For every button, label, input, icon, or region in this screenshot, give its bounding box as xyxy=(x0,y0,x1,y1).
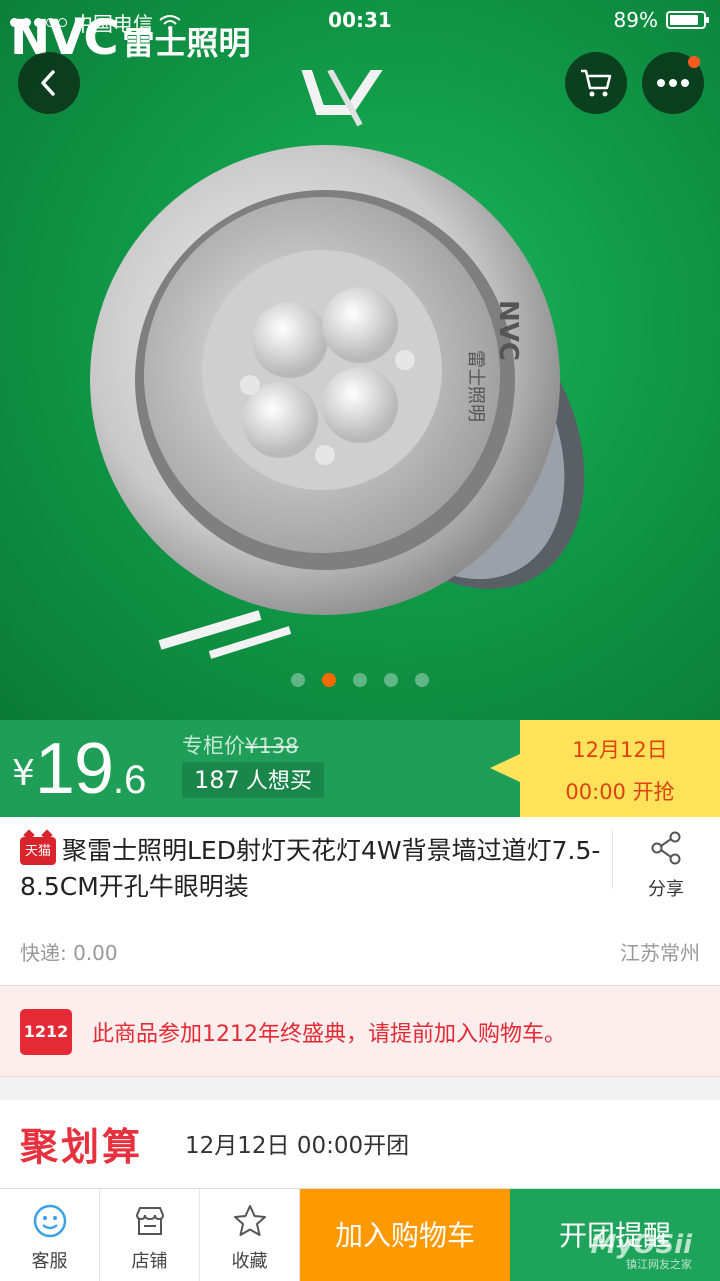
original-price: 专柜价¥138 xyxy=(182,730,298,760)
back-button[interactable] xyxy=(18,52,80,114)
battery-percent: 89% xyxy=(613,8,658,32)
product-detail-page: NVC 雷士照明 中国电信 00:31 89% NVC 雷士照明 ¥19.6 专… xyxy=(0,0,720,1281)
chat-face-icon xyxy=(33,1204,66,1238)
favorite-button[interactable]: 收藏 xyxy=(200,1189,300,1281)
store-label: 店铺 xyxy=(131,1251,168,1272)
juhuasuan-section[interactable]: 聚划算 12月12日 00:00开团 xyxy=(0,1100,720,1188)
carousel-dot[interactable] xyxy=(415,673,429,687)
chevron-left-icon xyxy=(41,70,55,96)
carousel-dot[interactable] xyxy=(384,673,398,687)
notification-dot xyxy=(688,56,700,68)
carousel-dot[interactable] xyxy=(353,673,367,687)
wants-count: 187 xyxy=(194,766,240,794)
brand-chinese: 雷士照明 xyxy=(122,24,251,62)
currency-symbol: ¥ xyxy=(12,753,35,794)
promo-text: 此商品参加1212年终盛典，请提前加入购物车。 xyxy=(92,1022,566,1047)
cart-button[interactable] xyxy=(565,52,627,114)
carousel-dot[interactable] xyxy=(291,673,305,687)
sale-start-tag: 12月12日 00:00 开抢 xyxy=(490,720,720,817)
favorite-label: 收藏 xyxy=(231,1251,268,1272)
customer-service-label: 客服 xyxy=(31,1251,68,1272)
product-photo: NVC 雷士照明 xyxy=(90,70,585,659)
store-icon xyxy=(135,1207,164,1235)
watermark-logo: MyOSii 镇江网友之家 xyxy=(591,1230,692,1272)
price-integer: 19 xyxy=(34,729,114,809)
sale-price: ¥19.6 xyxy=(12,728,146,810)
carousel-indicator xyxy=(0,673,720,687)
wants-count-badge: 187 人想买 xyxy=(182,762,324,798)
juhuasuan-logo: 聚划算 xyxy=(20,1124,144,1169)
product-info: 天猫 聚雷士照明LED射灯天花灯4W背景墙过道灯7.5-8.5CM开孔牛眼明装 … xyxy=(0,817,720,985)
shipping-fee: 快递: 0.00 xyxy=(20,941,118,965)
store-button[interactable]: 店铺 xyxy=(100,1189,200,1281)
sale-start-time: 00:00 开抢 xyxy=(565,780,675,804)
share-icon xyxy=(651,831,681,865)
product-image-carousel[interactable]: NVC 雷士照明 中国电信 00:31 89% NVC 雷士照明 xyxy=(0,0,720,720)
product-title: 聚雷士照明LED射灯天花灯4W背景墙过道灯7.5-8.5CM开孔牛眼明装 xyxy=(20,836,601,901)
svg-text:NVC: NVC xyxy=(493,300,523,361)
divider xyxy=(612,829,613,889)
share-button[interactable]: 分享 xyxy=(628,831,704,901)
more-dots-icon xyxy=(657,79,689,87)
ship-from-location: 江苏常州 xyxy=(620,941,700,965)
group-start-time: 12月12日 00:00开团 xyxy=(185,1133,410,1159)
cart-icon xyxy=(581,69,612,97)
star-icon xyxy=(233,1205,266,1236)
battery-icon xyxy=(666,11,709,29)
svg-text:雷士照明: 雷士照明 xyxy=(465,350,486,422)
price-decimal: .6 xyxy=(113,758,147,802)
customer-service-button[interactable]: 客服 xyxy=(0,1189,100,1281)
original-price-label: 专柜价 xyxy=(182,734,245,758)
wants-label: 人想买 xyxy=(245,769,312,794)
more-button[interactable] xyxy=(642,52,704,114)
share-label: 分享 xyxy=(648,879,684,900)
promo-banner[interactable]: 1212 此商品参加1212年终盛典，请提前加入购物车。 xyxy=(0,985,720,1077)
promo-1212-icon: 1212 xyxy=(20,1009,72,1055)
original-price-value: ¥138 xyxy=(245,734,299,758)
add-to-cart-button[interactable]: 加入购物车 xyxy=(300,1189,510,1281)
sale-start-date: 12月12日 xyxy=(572,738,668,762)
carousel-dot[interactable] xyxy=(322,673,336,687)
